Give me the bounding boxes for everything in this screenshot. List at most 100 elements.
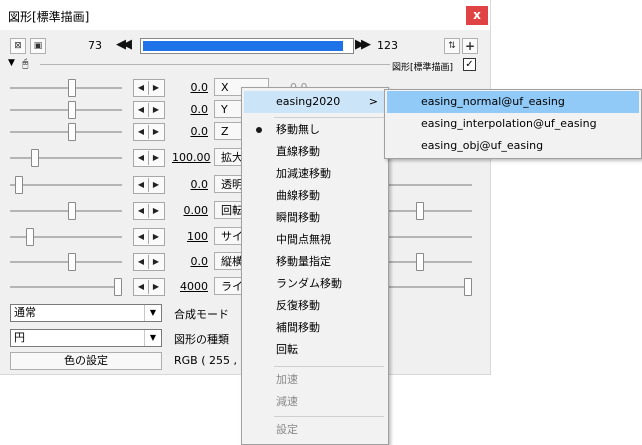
param-value[interactable]: 0.0	[172, 178, 209, 191]
camera-icon[interactable]: ⊠	[10, 38, 26, 54]
rgb-readout: RGB ( 255 , 2	[174, 354, 248, 367]
step-right-icon[interactable]: ▶	[149, 254, 163, 270]
step-right-icon[interactable]: ▶	[149, 150, 163, 166]
add-icon[interactable]: +	[462, 38, 478, 54]
step-left-icon[interactable]: ◀	[134, 203, 148, 219]
step-right-icon[interactable]: ▶	[149, 229, 163, 245]
param-end-slider-thumb[interactable]	[416, 202, 424, 220]
menu-item[interactable]: 加減速移動	[244, 163, 386, 185]
param-slider-track[interactable]	[10, 131, 122, 133]
submenu-item-label: easing_normal@uf_easing	[421, 95, 565, 108]
menu-separator	[274, 366, 384, 367]
param-value[interactable]: 0.0	[172, 125, 209, 138]
param-stepper[interactable]: ◀ ▶	[133, 202, 165, 220]
step-right-icon[interactable]: ▶	[149, 279, 163, 295]
param-slider-thumb[interactable]	[68, 123, 76, 141]
param-slider-thumb[interactable]	[26, 228, 34, 246]
next-keyframe-icon[interactable]: ▶▶	[355, 37, 371, 52]
param-end-slider-thumb[interactable]	[416, 253, 424, 271]
step-left-icon[interactable]: ◀	[134, 80, 148, 96]
selected-bullet-icon	[256, 127, 262, 133]
step-right-icon[interactable]: ▶	[149, 124, 163, 140]
param-slider-thumb[interactable]	[114, 278, 122, 296]
param-stepper[interactable]: ◀ ▶	[133, 176, 165, 194]
param-slider-thumb[interactable]	[68, 101, 76, 119]
param-slider-track[interactable]	[10, 109, 122, 111]
param-slider-thumb[interactable]	[15, 176, 23, 194]
step-left-icon[interactable]: ◀	[134, 279, 148, 295]
step-left-icon[interactable]: ◀	[134, 254, 148, 270]
step-right-icon[interactable]: ▶	[149, 102, 163, 118]
param-stepper[interactable]: ◀ ▶	[133, 228, 165, 246]
step-left-icon[interactable]: ◀	[134, 150, 148, 166]
shape-type-select[interactable]: 円 ▼	[10, 329, 162, 347]
menu-item-label: 中間点無視	[276, 233, 331, 246]
submenu-item[interactable]: easing_normal@uf_easing	[387, 91, 639, 113]
step-left-icon[interactable]: ◀	[134, 102, 148, 118]
menu-item-label: ランダム移動	[276, 277, 342, 290]
param-slider-thumb[interactable]	[31, 149, 39, 167]
menu-item[interactable]: 直線移動	[244, 141, 386, 163]
chevron-down-icon: ▼	[144, 330, 161, 346]
step-left-icon[interactable]: ◀	[134, 124, 148, 140]
menu-item-label: 反復移動	[276, 299, 320, 312]
color-settings-button[interactable]: 色の設定	[10, 352, 162, 370]
param-slider-track[interactable]	[10, 261, 122, 263]
prev-keyframe-icon[interactable]: ◀◀	[116, 37, 132, 52]
close-button[interactable]: x	[466, 6, 488, 25]
menu-item-easing2020[interactable]: easing2020 >	[244, 91, 386, 113]
param-stepper[interactable]: ◀ ▶	[133, 123, 165, 141]
frame-start: 73	[88, 39, 102, 52]
param-stepper[interactable]: ◀ ▶	[133, 278, 165, 296]
param-value[interactable]: 0.0	[172, 81, 209, 94]
param-slider-track[interactable]	[10, 286, 122, 288]
param-value[interactable]: 100.00	[172, 151, 211, 164]
param-value[interactable]: 0.0	[172, 103, 209, 116]
menu-item[interactable]: 瞬間移動	[244, 207, 386, 229]
param-slider-track[interactable]	[10, 87, 122, 89]
timeline-slider[interactable]	[140, 38, 354, 54]
param-value[interactable]: 4000	[172, 280, 208, 293]
menu-item[interactable]: ランダム移動	[244, 273, 386, 295]
menu-item[interactable]: 曲線移動	[244, 185, 386, 207]
step-left-icon[interactable]: ◀	[134, 229, 148, 245]
menu-separator	[274, 416, 384, 417]
menu-item[interactable]: 補間移動	[244, 317, 386, 339]
step-right-icon[interactable]: ▶	[149, 177, 163, 193]
param-slider-thumb[interactable]	[68, 79, 76, 97]
param-stepper[interactable]: ◀ ▶	[133, 253, 165, 271]
shape-type-label: 図形の種類	[174, 333, 229, 346]
blend-mode-select[interactable]: 通常 ▼	[10, 304, 162, 322]
layer-label: 図形[標準描画]	[392, 63, 454, 73]
param-slider-track[interactable]	[10, 210, 122, 212]
param-value[interactable]: 0.00	[172, 204, 209, 217]
param-slider-thumb[interactable]	[68, 253, 76, 271]
step-right-icon[interactable]: ▶	[149, 203, 163, 219]
menu-item[interactable]: 回転	[244, 339, 386, 361]
menu-item-label: 補間移動	[276, 321, 320, 334]
menu-item[interactable]: 反復移動	[244, 295, 386, 317]
param-slider-track[interactable]	[10, 157, 122, 159]
layer-checkbox[interactable]: ✓	[463, 58, 476, 71]
frame-icon[interactable]: ▣	[30, 38, 46, 54]
param-value[interactable]: 0.0	[172, 255, 209, 268]
step-right-icon[interactable]: ▶	[149, 80, 163, 96]
submenu-item[interactable]: easing_obj@uf_easing	[387, 135, 639, 157]
menu-item[interactable]: 中間点無視	[244, 229, 386, 251]
param-stepper[interactable]: ◀ ▶	[133, 101, 165, 119]
menu-item[interactable]: 移動無し	[244, 119, 386, 141]
param-stepper[interactable]: ◀ ▶	[133, 79, 165, 97]
param-end-slider-thumb[interactable]	[464, 278, 472, 296]
param-slider-track[interactable]	[10, 184, 122, 186]
menu-item[interactable]: 移動量指定	[244, 251, 386, 273]
param-stepper[interactable]: ◀ ▶	[133, 149, 165, 167]
collapse-icon[interactable]: ▼	[8, 58, 15, 68]
param-slider-thumb[interactable]	[68, 202, 76, 220]
window-title: 図形[標準描画]	[8, 10, 90, 24]
menu-item-label: 加減速移動	[276, 167, 331, 180]
submenu-item[interactable]: easing_interpolation@uf_easing	[387, 113, 639, 135]
menu-separator	[274, 117, 384, 118]
step-left-icon[interactable]: ◀	[134, 177, 148, 193]
param-value[interactable]: 100	[172, 230, 208, 243]
swap-icon[interactable]: ⇅	[444, 38, 460, 54]
